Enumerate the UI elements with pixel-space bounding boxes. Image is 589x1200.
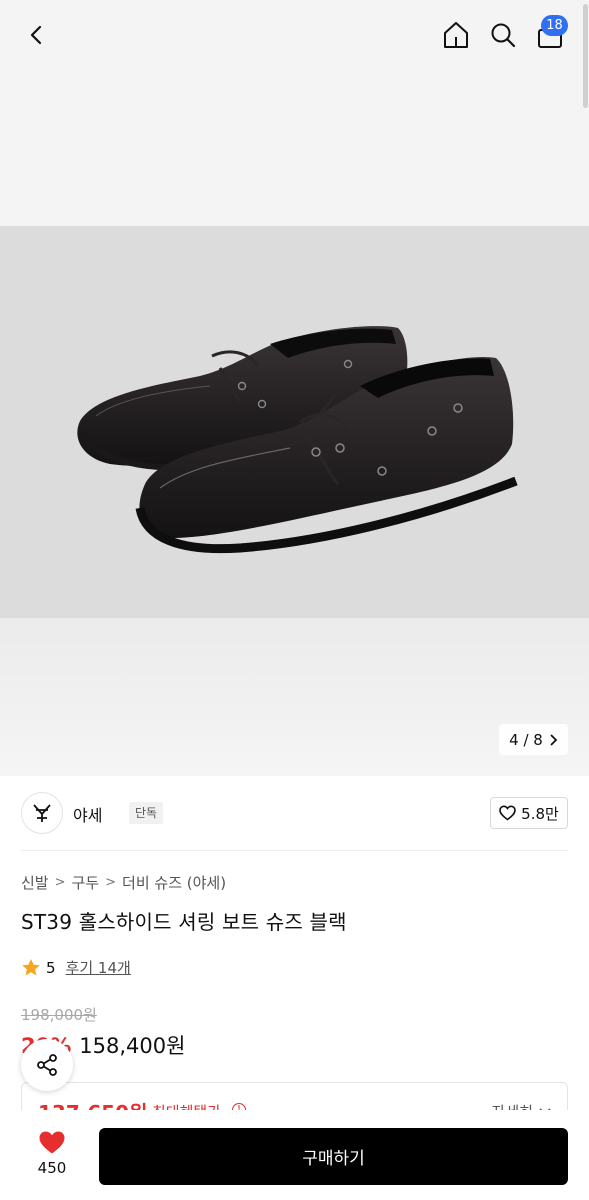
wishlist-count: 450 bbox=[37, 1159, 67, 1177]
wishlist-button[interactable]: 450 bbox=[24, 1130, 80, 1188]
share-icon bbox=[37, 1054, 57, 1076]
sale-price: 158,400원 bbox=[79, 1034, 186, 1058]
brand-row: 야세 단독 5.8만 bbox=[21, 792, 568, 834]
breadcrumb: 신발 > 구두 > 더비 슈즈 (야세) bbox=[21, 872, 226, 893]
buy-button[interactable]: 구매하기 bbox=[99, 1128, 568, 1185]
original-price: 198,000원 bbox=[21, 1006, 97, 1024]
breadcrumb-separator: > bbox=[105, 875, 117, 890]
bottom-action-bar: 450 구매하기 bbox=[0, 1110, 589, 1200]
divider bbox=[21, 850, 568, 851]
product-image[interactable] bbox=[0, 226, 589, 618]
breadcrumb-item-shoes[interactable]: 신발 bbox=[21, 872, 49, 893]
brand-emblem-icon bbox=[33, 804, 51, 822]
pager-label: 4 / 8 bbox=[509, 730, 543, 749]
search-icon bbox=[491, 23, 516, 48]
back-button[interactable] bbox=[18, 16, 56, 54]
shoes-illustration bbox=[77, 326, 518, 554]
brand-like-button[interactable]: 5.8만 bbox=[490, 797, 568, 829]
star-icon bbox=[22, 959, 40, 976]
exclusive-tag: 단독 bbox=[129, 802, 164, 824]
home-button[interactable] bbox=[436, 15, 476, 55]
gallery-pager[interactable]: 4 / 8 bbox=[499, 724, 568, 755]
share-button[interactable] bbox=[21, 1039, 73, 1091]
product-title: ST39 홀스하이드 셔링 보트 슈즈 블랙 bbox=[21, 910, 347, 934]
heart-filled-icon bbox=[39, 1131, 65, 1154]
home-icon bbox=[444, 22, 468, 48]
breadcrumb-item-derby[interactable]: 더비 슈즈 (야세) bbox=[122, 872, 226, 893]
top-navigation-bar: 18 bbox=[0, 0, 589, 70]
search-button[interactable] bbox=[483, 15, 523, 55]
brand-logo[interactable] bbox=[21, 792, 63, 834]
cart-count-badge: 18 bbox=[541, 15, 568, 36]
chevron-left-icon bbox=[30, 25, 42, 45]
heart-outline-icon bbox=[499, 805, 516, 821]
rating-row: 5 후기 14개 bbox=[21, 957, 131, 978]
breadcrumb-separator: > bbox=[54, 875, 66, 890]
rating-value: 5 bbox=[46, 958, 56, 977]
product-gallery[interactable] bbox=[0, 0, 589, 776]
brand-like-count: 5.8만 bbox=[521, 804, 559, 823]
breadcrumb-item-dress-shoes[interactable]: 구두 bbox=[72, 872, 100, 893]
chevron-right-icon bbox=[550, 733, 558, 746]
brand-name[interactable]: 야세 bbox=[73, 802, 102, 826]
review-count-link[interactable]: 후기 14개 bbox=[66, 957, 131, 978]
